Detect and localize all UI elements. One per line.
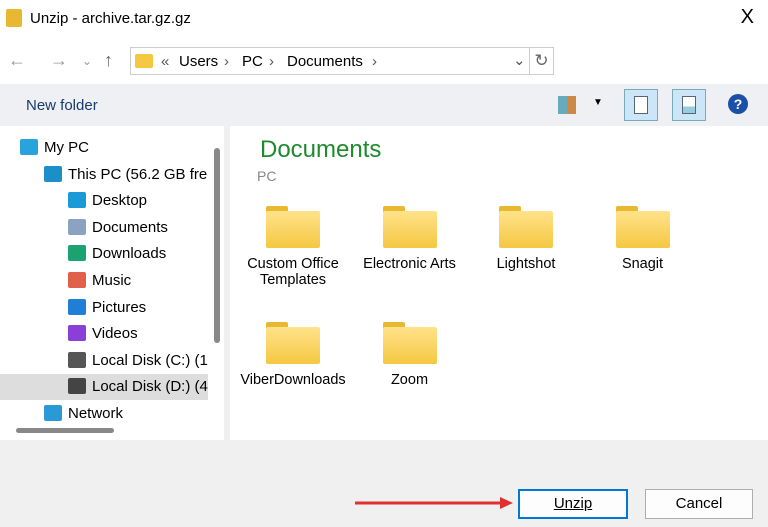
folder-name: Snagit	[621, 256, 664, 272]
tree-item-label: Local Disk (C:) (1	[92, 351, 208, 369]
tree-item[interactable]: Local Disk (C:) (1	[68, 349, 208, 373]
folder-title: Documents	[260, 136, 382, 163]
tree-item-label: Desktop	[92, 192, 148, 210]
view-options-icon[interactable]	[558, 96, 576, 114]
folder-item[interactable]: Electronic Arts	[352, 206, 468, 272]
tree-item[interactable]: Network	[44, 402, 208, 426]
folder-name: Zoom	[390, 372, 429, 388]
unzip-label: Unzip	[553, 495, 593, 512]
my-pc-icon	[20, 139, 38, 155]
tree-item-label: Local Disk (D:) (4	[92, 378, 208, 396]
tree-item[interactable]: Pictures	[68, 296, 208, 320]
folder-location: PC	[257, 168, 277, 184]
overflow-icon[interactable]: «	[161, 53, 169, 70]
vertical-scrollbar[interactable]	[214, 148, 220, 343]
new-folder-button[interactable]: New folder	[26, 97, 98, 114]
folder-item[interactable]: Custom Office Templates	[235, 206, 351, 288]
folder-item[interactable]: Zoom	[352, 322, 468, 388]
breadcrumb-separator: ›	[269, 53, 274, 70]
network-icon	[44, 405, 62, 421]
close-button[interactable]: X	[741, 6, 754, 29]
cancel-button[interactable]: Cancel	[645, 489, 753, 519]
refresh-icon[interactable]: ↻	[530, 47, 554, 75]
unzip-button[interactable]: Unzip	[518, 489, 628, 519]
drive-c-icon	[68, 351, 86, 368]
toolbar: New folder ▼ ?	[0, 84, 768, 126]
preview-pane-button[interactable]	[672, 89, 706, 121]
tree-item-label: Videos	[92, 325, 138, 343]
tree-item-label: Pictures	[92, 298, 147, 316]
tree-item[interactable]: This PC (56.2 GB free	[44, 163, 208, 187]
breadcrumb-separator: ›	[372, 53, 377, 70]
folder-icon	[266, 206, 320, 248]
window-title: Unzip - archive.tar.gz.gz	[30, 10, 191, 27]
dropdown-chevron-icon[interactable]: ⌄	[513, 51, 526, 69]
view-dropdown-icon[interactable]: ▼	[593, 97, 603, 108]
folder-icon	[266, 322, 320, 364]
breadcrumb-users[interactable]: Users	[179, 53, 218, 70]
music-icon	[68, 272, 86, 288]
folder-item[interactable]: ViberDownloads	[235, 322, 351, 388]
breadcrumb-documents[interactable]: Documents	[287, 53, 363, 70]
tree-item[interactable]: Documents	[68, 216, 208, 240]
tree-item-label: Downloads	[92, 245, 167, 263]
folder-name: Electronic Arts	[363, 256, 456, 272]
folder-icon	[615, 206, 670, 248]
tree-item[interactable]: Videos	[68, 322, 208, 346]
folder-icon	[382, 322, 437, 364]
drive-d-icon	[68, 378, 86, 395]
videos-icon	[68, 325, 86, 342]
navigation-bar: ← → ⌄ ↑ « Users › PC › Documents › ⌄ ↻	[0, 38, 768, 84]
tree-item[interactable]: Desktop	[68, 189, 208, 213]
folder-icon	[135, 54, 153, 68]
desktop-icon	[68, 192, 86, 209]
tree-item[interactable]: Local Disk (D:) (4	[68, 375, 208, 399]
breadcrumb-separator: ›	[224, 53, 229, 70]
monitor-icon	[44, 165, 62, 182]
title-bar: Unzip - archive.tar.gz.gz X	[0, 0, 768, 38]
help-button[interactable]: ?	[728, 94, 748, 114]
back-arrow-icon[interactable]: ←	[8, 50, 26, 71]
tree-item-label: Music	[92, 272, 132, 289]
tree-item[interactable]: Music	[68, 269, 208, 293]
folder-name: ViberDownloads	[240, 372, 346, 388]
app-icon	[6, 9, 22, 27]
folder-item[interactable]: Snagit	[585, 206, 701, 272]
horizontal-scrollbar[interactable]	[16, 428, 114, 433]
file-list: Documents PC Custom Office Templates Elec…	[230, 126, 768, 440]
navigation-tree: My PC This PC (56.2 GB free Desktop Documen…	[0, 126, 224, 440]
folder-item[interactable]: Lightshot	[468, 206, 584, 272]
folder-name: Lightshot	[496, 256, 556, 272]
address-bar[interactable]: « Users › PC › Documents › ⌄	[130, 47, 530, 75]
downloads-icon	[68, 245, 86, 262]
pictures-icon	[68, 298, 86, 315]
folder-icon	[382, 206, 437, 248]
documents-icon	[68, 218, 86, 235]
recent-chevron-icon[interactable]: ⌄	[82, 54, 92, 68]
folder-name: Custom Office Templates	[247, 256, 339, 288]
tree-item-label: Network	[68, 405, 124, 422]
red-arrow-annotation	[355, 497, 513, 509]
tree-item[interactable]: My PC	[20, 136, 208, 160]
tree-item-label: Documents	[92, 218, 168, 236]
tree-item-label: This PC (56.2 GB free	[68, 165, 208, 183]
tree-item-label: My PC	[44, 139, 89, 156]
up-arrow-icon[interactable]: ↑	[104, 50, 113, 71]
forward-arrow-icon[interactable]: →	[50, 50, 68, 71]
breadcrumb-pc[interactable]: PC	[242, 53, 263, 70]
folder-icon	[499, 206, 553, 248]
navigation-pane-button[interactable]	[624, 89, 658, 121]
tree-item[interactable]: Downloads	[68, 242, 208, 266]
